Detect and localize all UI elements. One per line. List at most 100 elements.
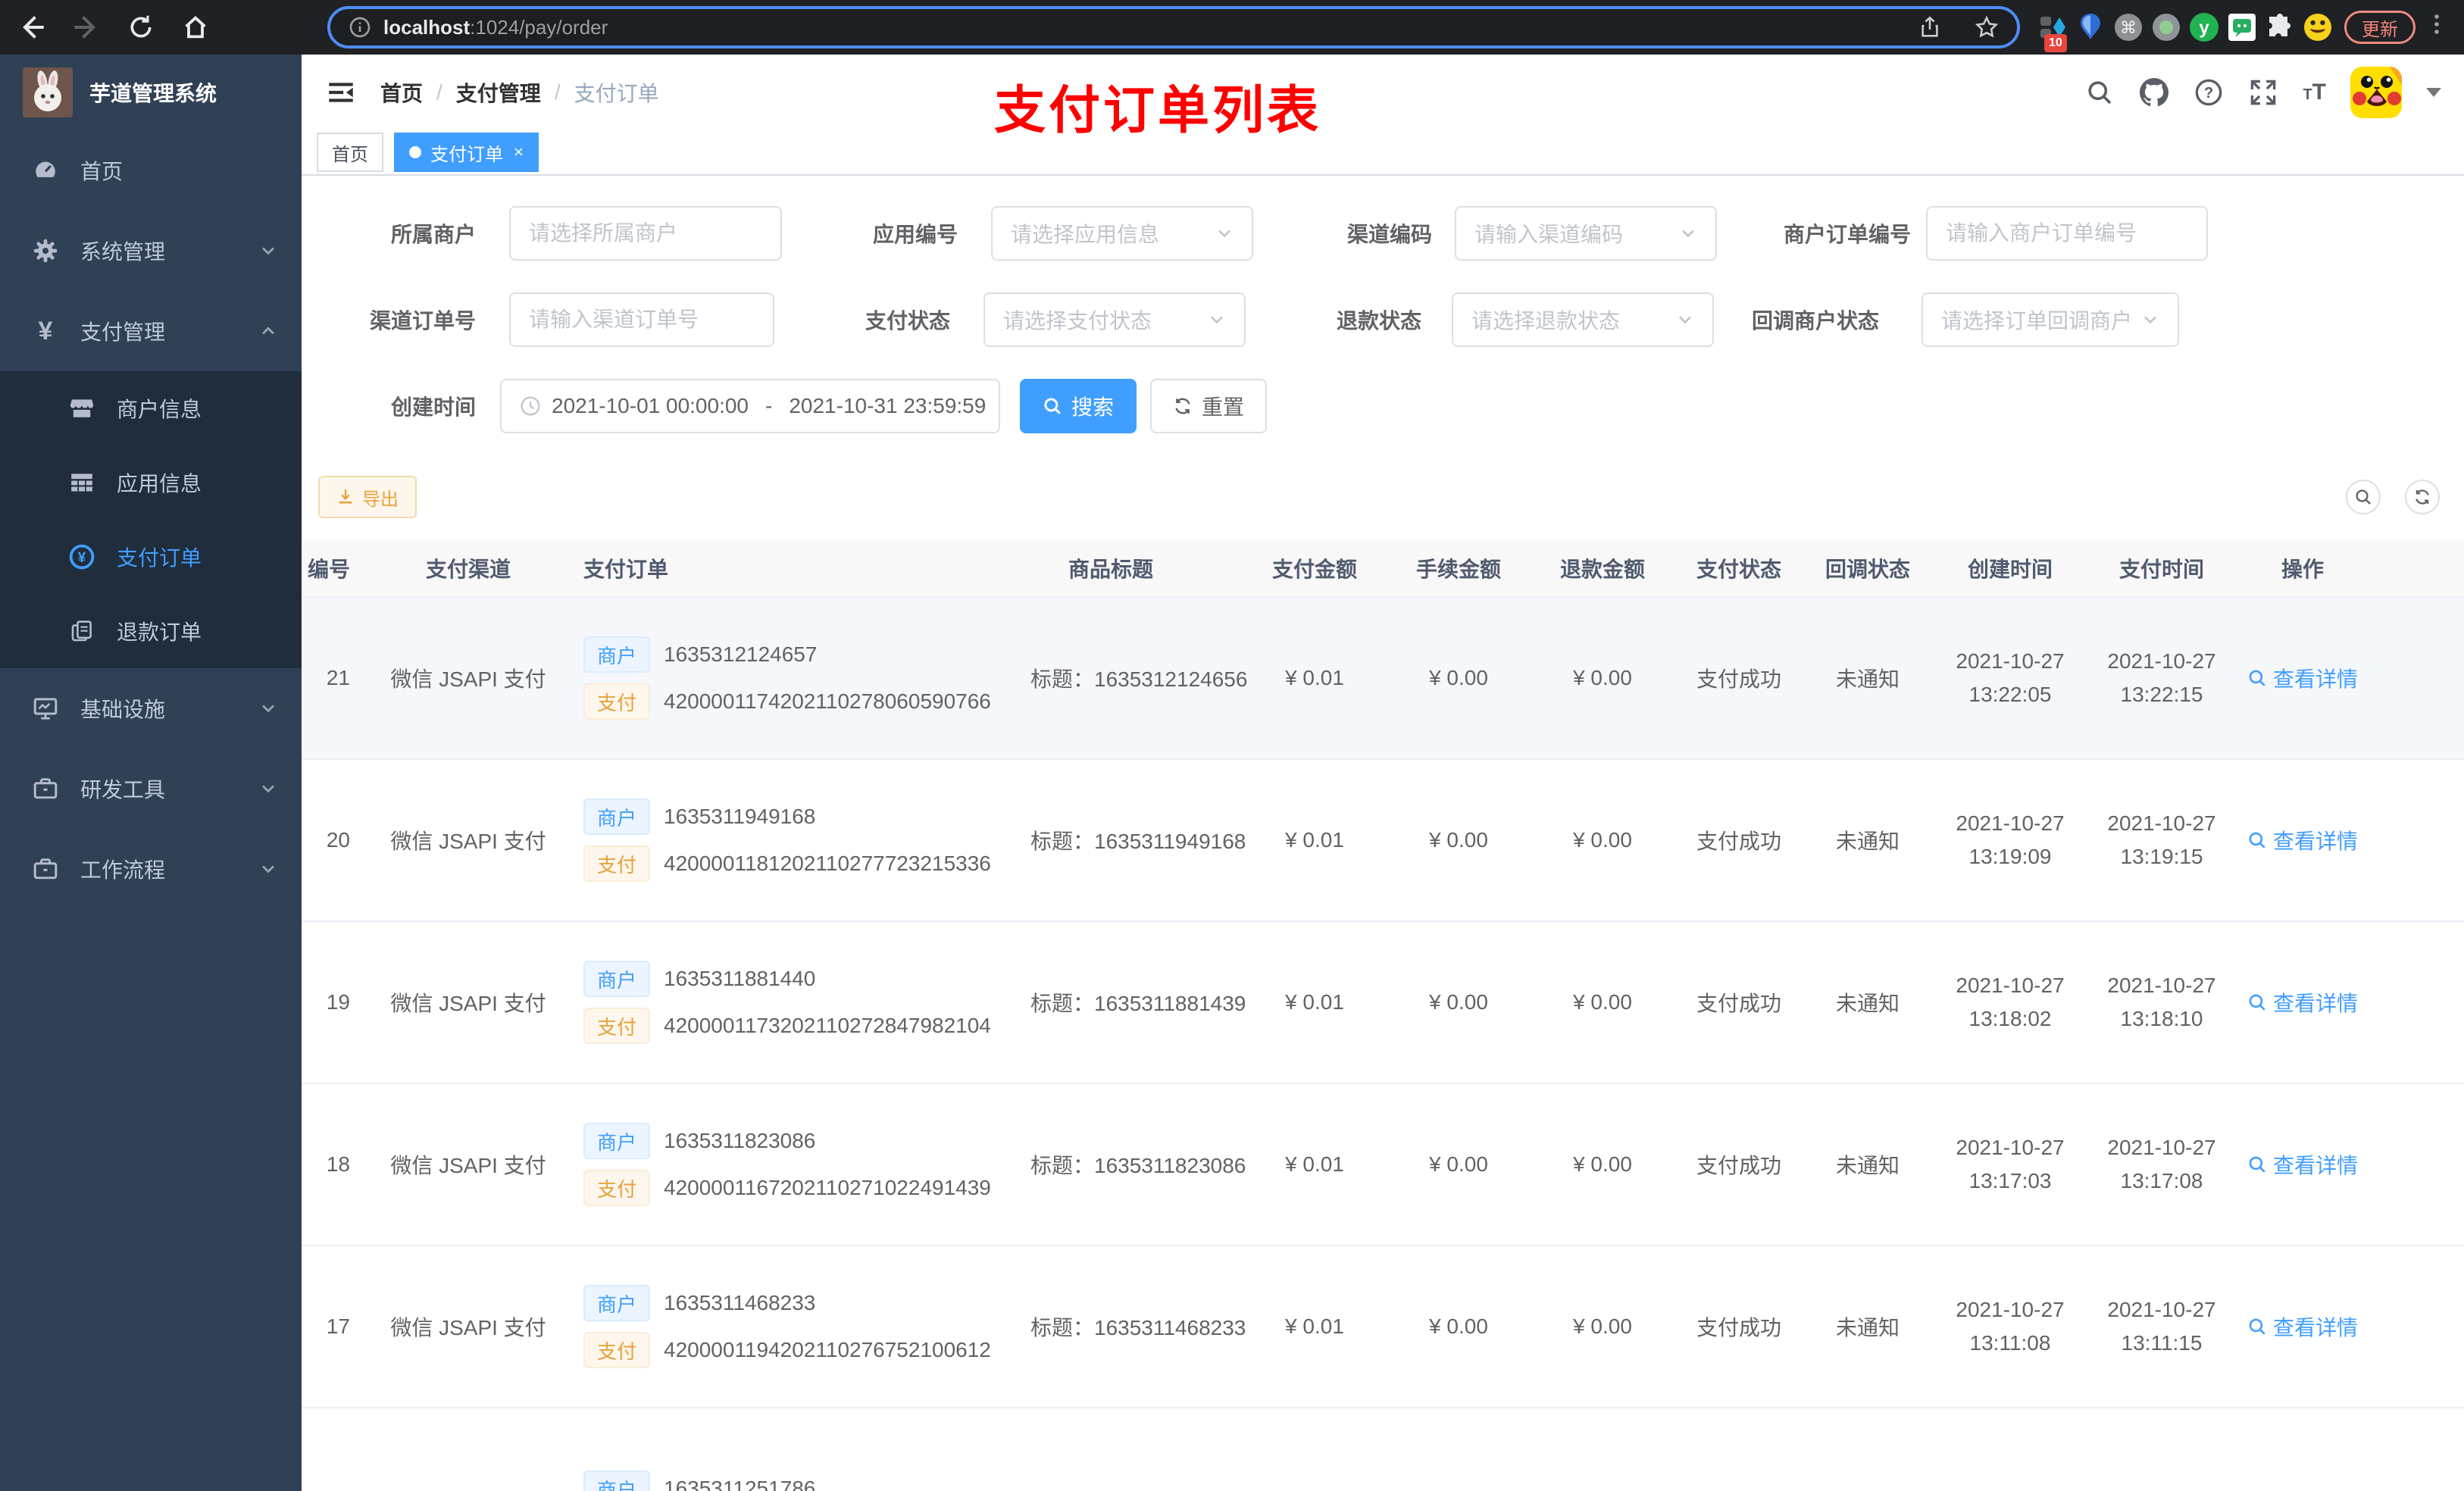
sidebar-item-workflow[interactable]: 工作流程	[0, 829, 302, 909]
avatar[interactable]	[2350, 67, 2402, 118]
avatar-menu-caret-icon[interactable]	[2426, 88, 2441, 97]
search-button[interactable]: 搜索	[1020, 379, 1137, 433]
browser-home-button[interactable]	[179, 11, 212, 44]
table-row: 17 微信 JSAPI 支付 商户 1635311468233 支付 42000…	[302, 1246, 2464, 1408]
cell-pay-time: 2021-10-27 13:17:08	[2088, 1083, 2235, 1246]
merchant-order-no-input[interactable]	[1926, 206, 2208, 261]
merchant-select[interactable]	[509, 206, 782, 261]
cell-create-time	[1932, 1408, 2088, 1491]
toggle-search-button[interactable]	[2346, 480, 2381, 514]
callback-status-select[interactable]: 请选择订单回调商户状态	[1921, 292, 2179, 347]
reset-button[interactable]: 重置	[1150, 379, 1268, 433]
extension-kanban-icon[interactable]: 10	[2038, 13, 2067, 52]
browser-forward-button[interactable]	[70, 11, 103, 44]
cell-action: 查看详情	[2235, 1246, 2464, 1408]
site-info-icon[interactable]	[349, 16, 371, 39]
cell-order: 商户 1635311823086 支付 42000011672021102710…	[568, 1083, 1023, 1246]
extension-emoji-icon[interactable]	[2303, 13, 2332, 42]
extension-record-icon[interactable]	[2152, 13, 2181, 42]
cell-refund-amount: ¥ 0.00	[1531, 921, 1674, 1084]
extension-command-icon[interactable]: ⌘	[2114, 13, 2143, 42]
browser-menu-icon[interactable]	[2425, 12, 2449, 42]
svg-text:¥: ¥	[78, 550, 86, 566]
refresh-icon	[2416, 489, 2429, 505]
sidebar-item-app-info[interactable]: 应用信息	[0, 445, 302, 520]
chevron-down-icon	[259, 242, 277, 260]
chevron-down-icon	[1208, 311, 1226, 329]
breadcrumb: 首页 / 支付管理 / 支付订单	[380, 77, 659, 108]
font-size-icon[interactable]: TT	[2303, 80, 2326, 105]
clock-icon	[520, 395, 541, 417]
view-detail-link[interactable]: 查看详情	[2247, 987, 2358, 1017]
browser-update-button[interactable]: 更新	[2344, 11, 2416, 44]
document-copy-icon	[68, 617, 95, 645]
sidebar-item-merchant-info[interactable]: 商户信息	[0, 371, 302, 445]
browser-back-button[interactable]	[15, 11, 48, 44]
extension-puzzle-icon[interactable]	[2265, 13, 2294, 42]
cell-pay-amount: ¥ 0.01	[1243, 597, 1387, 760]
bookmark-star-icon[interactable]	[1975, 15, 1999, 39]
address-bar[interactable]: localhost:1024/pay/order	[327, 6, 2020, 48]
cell-order: 商户 1635311251786 支付	[568, 1408, 1023, 1491]
pay-status-select[interactable]: 请选择支付状态	[983, 292, 1246, 347]
cell-notify-status: 未通知	[1803, 921, 1932, 1084]
cell-title: 标题：1635311881439	[1023, 921, 1246, 1084]
app-select[interactable]: 请选择应用信息	[991, 206, 1253, 261]
sidebar-item-infra[interactable]: 基础设施	[0, 668, 302, 749]
create-time-filter-label: 创建时间	[390, 395, 476, 419]
share-icon[interactable]	[1918, 16, 1941, 39]
channel-order-no-input[interactable]	[509, 292, 774, 347]
cell-create-time: 2021-10-27 13:19:09	[1932, 759, 2088, 922]
tab-pay-order[interactable]: 支付订单 ×	[394, 133, 539, 172]
fullscreen-icon[interactable]	[2248, 77, 2278, 108]
merchant-tag: 商户	[583, 799, 651, 835]
cell-title: 标题：1635312124656	[1023, 597, 1247, 760]
store-icon	[68, 395, 95, 422]
cell-order: 商户 1635312124657 支付 42000011742021102780…	[568, 597, 1023, 760]
screen: localhost:1024/pay/order 10 ⌘ y 更新 芋道管理系…	[0, 0, 2464, 1491]
refresh-table-button[interactable]	[2405, 480, 2440, 514]
refund-status-select[interactable]: 请选择退款状态	[1452, 292, 1714, 347]
cell-action: 查看详情	[2235, 1083, 2464, 1246]
cell-pay-time: 2021-10-27 13:11:15	[2088, 1246, 2235, 1408]
sidebar-item-system[interactable]: 系统管理	[0, 211, 302, 291]
toolbox-icon	[32, 775, 59, 802]
github-icon[interactable]	[2139, 77, 2169, 108]
help-icon[interactable]: ?	[2194, 77, 2224, 108]
sidebar-item-pay-order[interactable]: ¥ 支付订单	[0, 520, 302, 594]
breadcrumb-home[interactable]: 首页	[380, 77, 423, 108]
sidebar-item-refund-order[interactable]: 退款订单	[0, 594, 302, 668]
create-time-range-picker[interactable]: 2021-10-01 00:00:00 - 2021-10-31 23:59:5…	[500, 379, 1000, 433]
cell-id: 21	[302, 597, 368, 760]
close-tab-icon[interactable]: ×	[514, 142, 524, 162]
sidebar-item-pay[interactable]: ¥ 支付管理	[0, 291, 302, 371]
download-icon	[339, 489, 352, 504]
view-detail-link[interactable]: 查看详情	[2247, 663, 2358, 693]
search-icon	[2249, 1318, 2265, 1335]
logo-rabbit-icon	[23, 67, 73, 117]
extension-y-icon[interactable]: y	[2190, 13, 2219, 42]
app-logo: 芋道管理系统	[0, 55, 302, 130]
view-detail-link[interactable]: 查看详情	[2247, 1149, 2358, 1180]
cell-channel: 微信 JSAPI 支付	[368, 921, 568, 1084]
breadcrumb-pay-manage[interactable]: 支付管理	[456, 77, 541, 108]
view-detail-link[interactable]: 查看详情	[2247, 1311, 2358, 1342]
extension-chat-icon[interactable]	[2228, 13, 2256, 42]
cell-id: 19	[302, 921, 368, 1084]
breadcrumb-current: 支付订单	[574, 82, 659, 105]
export-button[interactable]: 导出	[318, 476, 417, 518]
chevron-down-icon	[259, 860, 277, 878]
chevron-down-icon	[259, 780, 277, 798]
browser-reload-button[interactable]	[124, 11, 158, 44]
search-icon[interactable]	[2084, 77, 2115, 108]
channel-code-select[interactable]: 请输入渠道编码	[1455, 206, 1717, 261]
sidebar-item-home[interactable]: 首页	[0, 130, 302, 211]
sidebar-item-dev-tools[interactable]: 研发工具	[0, 749, 302, 829]
cell-action: 查看详情	[2235, 921, 2464, 1084]
view-detail-link[interactable]: 查看详情	[2247, 825, 2358, 855]
extension-balloon-icon[interactable]	[2076, 13, 2105, 42]
sidebar-collapse-icon[interactable]	[324, 76, 358, 109]
merchant-order-no: 1635312124657	[664, 642, 818, 666]
tab-home[interactable]: 首页	[317, 133, 383, 172]
pay-order-icon: ¥	[68, 543, 95, 570]
